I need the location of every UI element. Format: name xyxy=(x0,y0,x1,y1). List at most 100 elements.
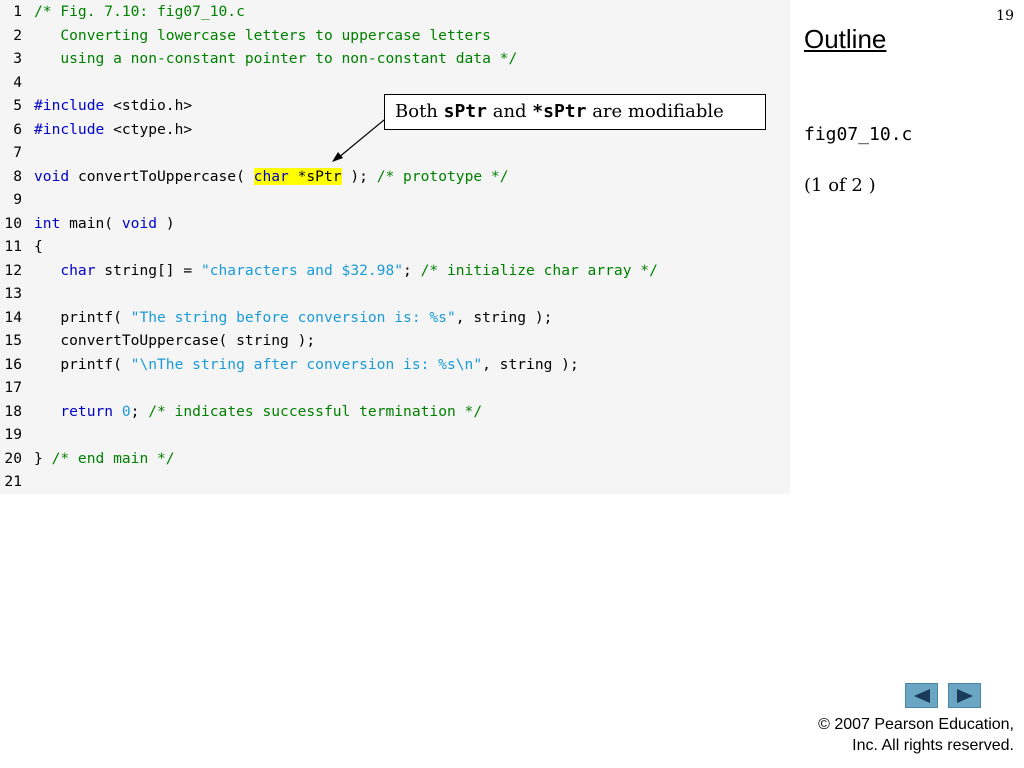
code-token: /* initialize char array */ xyxy=(420,261,658,279)
code-line: 2 Converting lowercase letters to upperc… xyxy=(0,24,491,48)
code-token: ; xyxy=(130,402,149,420)
previous-slide-button[interactable] xyxy=(905,683,938,708)
line-number: 17 xyxy=(4,379,22,396)
line-number: 7 xyxy=(13,144,22,161)
line-number: 5 xyxy=(13,97,22,114)
code-token: convertToUppercase( string ); xyxy=(34,332,316,349)
code-text: char string[] = "characters and $32.98";… xyxy=(34,262,658,279)
code-line: 8 void convertToUppercase( char *sPtr ); … xyxy=(0,165,509,189)
code-token: { xyxy=(34,238,43,255)
line-number: 21 xyxy=(4,473,22,490)
code-token: convertToUppercase( xyxy=(69,167,254,185)
code-line: 13 xyxy=(0,282,34,306)
code-token: "\nThe string after conversion is: %s\n" xyxy=(130,355,483,373)
code-token: int xyxy=(34,214,61,232)
code-text: printf( "\nThe string after conversion i… xyxy=(34,355,579,373)
code-token: "characters and $32.98" xyxy=(200,261,404,279)
code-token: ; xyxy=(403,261,421,279)
code-token: main( xyxy=(60,214,122,232)
code-token: printf( xyxy=(34,308,131,326)
code-line: 4 xyxy=(0,71,34,95)
line-number: 6 xyxy=(13,120,22,138)
line-number: 15 xyxy=(4,332,22,349)
outline-title: Outline xyxy=(804,24,887,54)
next-slide-button[interactable] xyxy=(948,683,981,708)
page-indicator: (1 of 2 ) xyxy=(804,175,876,196)
callout-code-sptr: sPtr xyxy=(443,101,487,122)
code-line: 18 return 0; /* indicates successful ter… xyxy=(0,400,482,424)
code-line: 11 { xyxy=(0,235,43,259)
callout-arrow xyxy=(332,119,385,162)
code-token: /* indicates successful termination */ xyxy=(148,402,483,420)
code-token: , string ); xyxy=(482,355,579,373)
callout-code-deref-sptr: *sPtr xyxy=(532,101,587,122)
code-token: printf( xyxy=(34,355,131,373)
code-token: "The string before conversion is: %s" xyxy=(130,308,456,326)
callout-box: Both sPtr and *sPtr are modifiable xyxy=(384,94,766,130)
line-number: 12 xyxy=(4,261,22,279)
code-line: 1 /* Fig. 7.10: fig07_10.c xyxy=(0,0,245,24)
callout-text-post: are modifiable xyxy=(586,101,724,122)
code-token: } xyxy=(34,449,52,467)
code-text: return 0; /* indicates successful termin… xyxy=(34,403,482,420)
code-text: { xyxy=(34,238,43,255)
line-number: 16 xyxy=(4,355,22,373)
line-number: 20 xyxy=(4,449,22,467)
copyright-notice: © 2007 Pearson Education, Inc. All right… xyxy=(818,714,1014,756)
line-number: 1 xyxy=(13,3,22,20)
callout-text-pre: Both xyxy=(395,101,444,122)
code-line: 20} /* end main */ xyxy=(0,447,175,471)
code-text: Converting lowercase letters to uppercas… xyxy=(34,27,491,44)
code-token: /* end main */ xyxy=(51,449,175,467)
code-token: *sPtr xyxy=(288,167,342,185)
code-token: void xyxy=(34,167,70,185)
code-text: void convertToUppercase( char *sPtr ); /… xyxy=(34,167,509,185)
code-text: int main( void ) xyxy=(34,215,175,232)
code-text: convertToUppercase( string ); xyxy=(34,332,315,349)
code-line: 12 char string[] = "characters and $32.9… xyxy=(0,259,658,283)
code-text: #include <stdio.h> xyxy=(34,97,192,114)
code-token: char xyxy=(253,167,289,185)
code-token: 0 xyxy=(121,402,131,420)
copyright-line-2: Inc. All rights reserved. xyxy=(852,737,1014,754)
line-number: 8 xyxy=(13,167,22,185)
code-token: return xyxy=(60,402,114,420)
code-line: 3 using a non-constant pointer to non-co… xyxy=(0,47,517,71)
code-token: #include xyxy=(34,120,105,138)
code-token: Converting lowercase letters to uppercas… xyxy=(34,26,491,44)
callout-text-mid: and xyxy=(486,101,533,122)
code-text: } /* end main */ xyxy=(34,450,175,467)
code-text: using a non-constant pointer to non-cons… xyxy=(34,50,517,67)
line-number: 2 xyxy=(13,26,22,44)
line-number: 18 xyxy=(4,402,22,420)
code-text: /* Fig. 7.10: fig07_10.c xyxy=(34,3,245,20)
code-line: 14 printf( "The string before conversion… xyxy=(0,306,552,330)
code-token: char xyxy=(60,261,96,279)
line-number: 19 xyxy=(4,426,22,443)
file-name: fig07_10.c xyxy=(804,124,913,145)
right-triangle-icon xyxy=(956,688,973,703)
code-token: string[] = xyxy=(95,261,201,279)
code-token: <stdio.h> xyxy=(104,97,193,114)
line-number: 10 xyxy=(4,214,22,232)
code-line: 10 int main( void ) xyxy=(0,212,175,236)
code-line: 7 xyxy=(0,141,34,165)
code-text: #include <ctype.h> xyxy=(34,121,192,138)
line-number: 11 xyxy=(4,238,22,255)
copyright-line-1: © 2007 Pearson Education, xyxy=(818,716,1014,733)
code-line: 5 #include <stdio.h> xyxy=(0,94,192,118)
code-token: /* prototype */ xyxy=(376,167,509,185)
code-token: , string ); xyxy=(455,308,553,326)
line-number: 4 xyxy=(13,73,22,91)
slide-number: 19 xyxy=(996,8,1014,24)
left-triangle-icon xyxy=(913,688,930,703)
code-line: 16 printf( "\nThe string after conversio… xyxy=(0,353,579,377)
code-line: 9 xyxy=(0,188,34,212)
code-line: 17 xyxy=(0,376,34,400)
code-token: ) xyxy=(157,214,175,232)
code-text: printf( "The string before conversion is… xyxy=(34,309,552,326)
code-token: /* Fig. 7.10: fig07_10.c xyxy=(34,3,245,20)
